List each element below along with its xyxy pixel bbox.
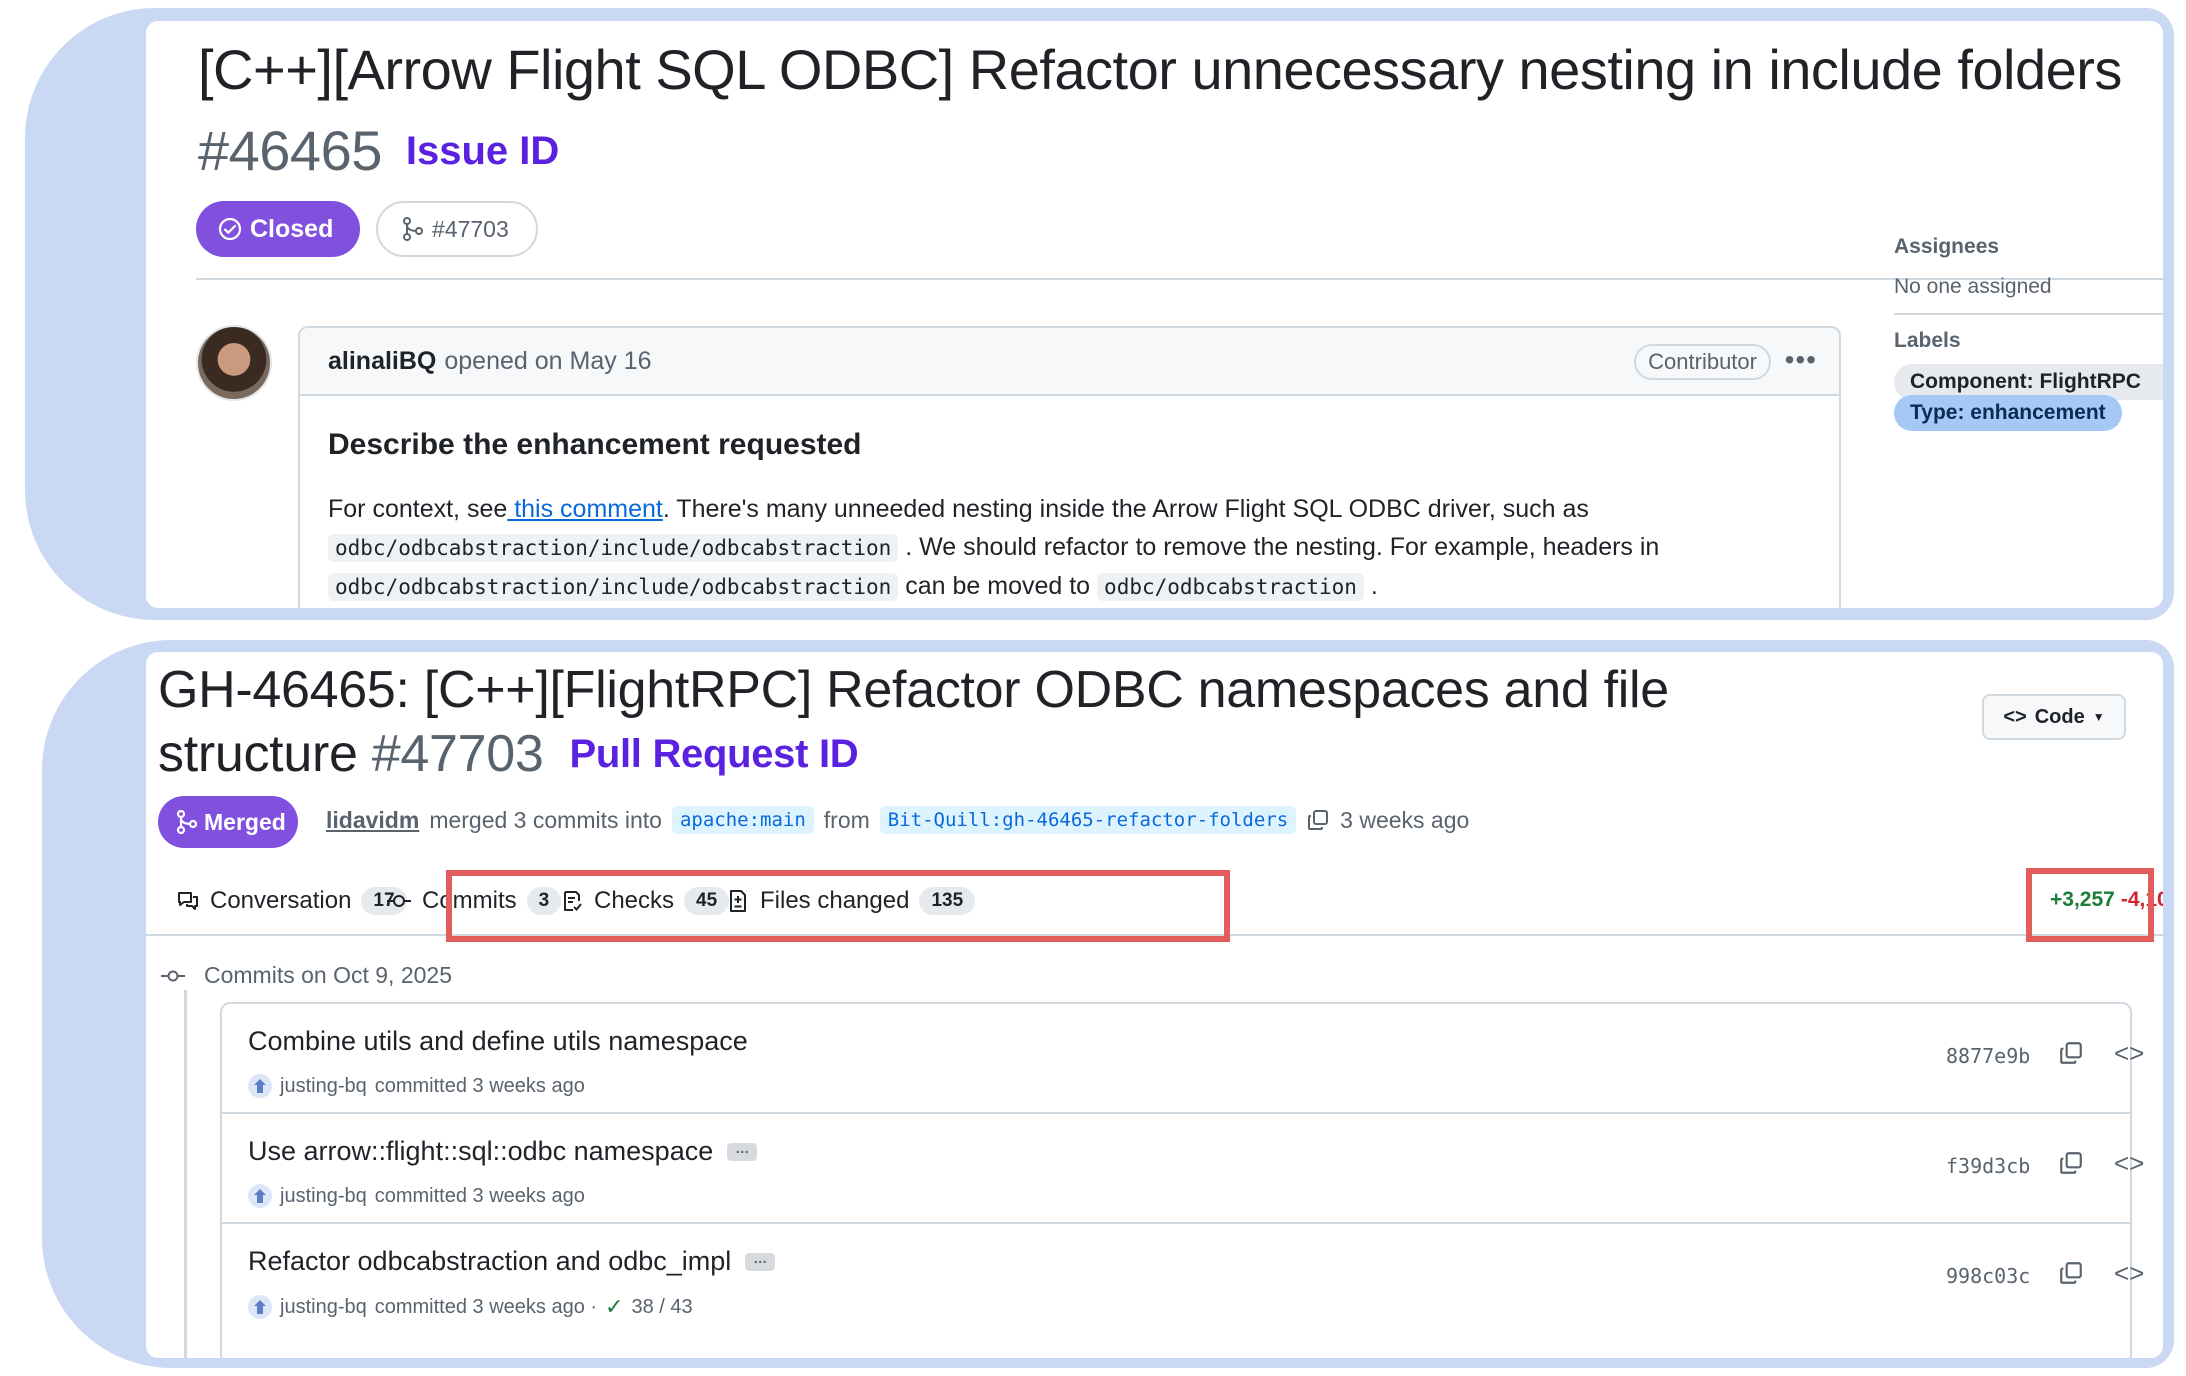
sidebar-divider — [1894, 313, 2163, 315]
labels-heading[interactable]: Labels — [1894, 329, 1961, 353]
head-branch[interactable]: Bit-Quill:gh-46465-refactor-folders — [879, 806, 1297, 834]
label-type-enhancement[interactable]: Type: enhancement — [1894, 395, 2122, 431]
git-commit-icon — [387, 895, 411, 907]
commit-time: committed 3 weeks ago — [374, 1184, 585, 1207]
commit-title: Refactor odbcabstraction and odbc_impl … — [248, 1246, 776, 1277]
browse-code-icon[interactable]: <> — [2114, 1038, 2144, 1069]
tab-label: Conversation — [210, 887, 352, 914]
contributor-badge: Contributor — [1634, 344, 1771, 380]
issue-title: [C++][Arrow Flight SQL ODBC] Refactor un… — [198, 29, 2148, 192]
linked-pr-button[interactable]: #47703 — [376, 201, 538, 257]
commit-sha[interactable]: 8877e9b — [1946, 1044, 2030, 1068]
commit-row: Combine utils and define utils namespace… — [222, 1004, 2144, 1114]
commit-checks-count[interactable]: 38 / 43 — [631, 1296, 692, 1319]
pr-state-badge: Merged — [158, 796, 298, 848]
comment-text: . — [1370, 572, 1378, 600]
git-merge-icon — [403, 217, 423, 241]
browse-code-icon[interactable]: <> — [2114, 1148, 2144, 1179]
merge-time: 3 weeks ago — [1340, 806, 1470, 833]
commit-author[interactable]: justing-bq — [280, 1075, 367, 1098]
check-circle-icon — [218, 217, 242, 241]
commit-title-link[interactable]: Combine utils and define utils namespace — [248, 1026, 748, 1057]
comment-text: . We should refactor to remove the nesti… — [905, 533, 1660, 561]
tab-conversation[interactable]: Conversation 17 — [176, 878, 407, 924]
browse-code-icon[interactable]: <> — [2114, 1258, 2144, 1289]
comment-author[interactable]: alinaliBQ — [328, 347, 436, 376]
merge-info: lidavidm merged 3 commits into apache:ma… — [326, 806, 1469, 834]
commits-date-text: Commits on Oct 9, 2025 — [204, 962, 452, 988]
user-avatar-icon[interactable] — [248, 1295, 272, 1319]
pr-id-annotation: Pull Request ID — [569, 732, 859, 776]
comment-text: For context, see — [328, 495, 508, 523]
commit-title: Combine utils and define utils namespace — [248, 1026, 748, 1057]
comment-heading: Describe the enhancement requested — [328, 428, 862, 461]
expand-ellipsis-icon[interactable]: … — [727, 1141, 758, 1161]
commit-time: committed 3 weeks ago · — [374, 1295, 598, 1318]
inline-code: odbc/odbcabstraction/include/odbcabstrac… — [328, 534, 899, 562]
issue-id-annotation: Issue ID — [405, 129, 560, 173]
comment-text: can be moved to — [905, 572, 1091, 600]
from-text: from — [823, 806, 870, 833]
copy-icon[interactable] — [2058, 1150, 2084, 1176]
user-avatar-icon[interactable] — [248, 1184, 272, 1208]
tabs-highlight-box — [446, 870, 1230, 942]
commit-title-link[interactable]: Use arrow::flight::sql::odbc namespace — [248, 1136, 713, 1167]
diffstat-highlight-box — [2026, 868, 2154, 942]
commit-title-link[interactable]: Refactor odbcabstraction and odbc_impl — [248, 1246, 731, 1277]
commit-meta: justing-bq committed 3 weeks ago — [248, 1074, 585, 1098]
issue-number: #46465 — [198, 119, 382, 182]
commit-meta: justing-bq committed 3 weeks ago · ✓ 38 … — [248, 1294, 693, 1320]
commit-row: Refactor odbcabstraction and odbc_impl …… — [222, 1224, 2144, 1334]
comment-discussion-icon — [178, 892, 198, 910]
merge-text: merged 3 commits into — [429, 806, 662, 833]
commit-row: Use arrow::flight::sql::odbc namespace …… — [222, 1114, 2144, 1224]
commit-author[interactable]: justing-bq — [280, 1296, 367, 1319]
user-avatar-icon[interactable] — [248, 1074, 272, 1098]
check-icon[interactable]: ✓ — [605, 1294, 623, 1320]
assignees-heading[interactable]: Assignees — [1894, 235, 1999, 259]
assignees-value: No one assigned — [1894, 275, 2052, 298]
base-branch[interactable]: apache:main — [671, 806, 814, 834]
pr-number: #47703 — [371, 725, 544, 783]
code-button-label: Code — [2034, 705, 2085, 728]
commit-author[interactable]: justing-bq — [280, 1185, 367, 1208]
commit-sha[interactable]: f39d3cb — [1946, 1154, 2030, 1178]
expand-ellipsis-icon[interactable]: … — [745, 1251, 776, 1271]
commit-meta: justing-bq committed 3 weeks ago — [248, 1184, 585, 1208]
pr-title: GH-46465: [C++][FlightRPC] Refactor ODBC… — [158, 658, 1858, 786]
pr-panel: GH-46465: [C++][FlightRPC] Refactor ODBC… — [146, 652, 2163, 1358]
code-icon: <> — [2003, 705, 2027, 728]
inline-code: odbc/odbcabstraction — [1097, 573, 1364, 601]
inline-code: odbc/odbcabstraction/include/odbcabstrac… — [328, 573, 899, 601]
timeline-line — [184, 990, 187, 1358]
divider — [196, 278, 2163, 280]
linked-pr-number: #47703 — [432, 215, 509, 242]
comment-text: . There's many unneeded nesting inside t… — [662, 495, 1589, 523]
commit-sha[interactable]: 998c03c — [1946, 1264, 2030, 1288]
commit-list: Combine utils and define utils namespace… — [220, 1002, 2144, 1358]
issue-title-text: [C++][Arrow Flight SQL ODBC] Refactor un… — [198, 38, 2122, 101]
commit-time: committed 3 weeks ago — [374, 1074, 585, 1097]
kebab-menu-icon[interactable]: ••• — [1785, 344, 1817, 376]
this-comment-link[interactable]: this comment — [507, 495, 663, 523]
comment-body: For context, see this comment. There's m… — [328, 490, 1828, 606]
issue-panel: [C++][Arrow Flight SQL ODBC] Refactor un… — [146, 21, 2163, 608]
code-button[interactable]: <> Code ▼ — [1982, 694, 2126, 740]
issue-state-badge: Closed — [196, 201, 360, 257]
chevron-down-icon: ▼ — [2092, 710, 2105, 724]
copy-icon[interactable] — [2058, 1260, 2084, 1286]
issue-state-label: Closed — [250, 214, 334, 243]
git-commit-icon — [161, 970, 185, 981]
avatar[interactable] — [196, 325, 272, 401]
issue-comment: alinaliBQ opened on May 16 Contributor •… — [298, 326, 1841, 608]
comment-opened-date: opened on May 16 — [444, 346, 652, 375]
copy-icon[interactable] — [1306, 808, 1330, 832]
commits-date-heading: Commits on Oct 9, 2025 — [160, 962, 452, 989]
copy-icon[interactable] — [2058, 1040, 2084, 1066]
pr-state-label: Merged — [204, 808, 286, 835]
commit-title: Use arrow::flight::sql::odbc namespace … — [248, 1136, 758, 1167]
git-merge-icon — [176, 810, 198, 834]
merged-by-link[interactable]: lidavidm — [326, 807, 419, 834]
comment-header: alinaliBQ opened on May 16 Contributor •… — [300, 328, 1839, 396]
